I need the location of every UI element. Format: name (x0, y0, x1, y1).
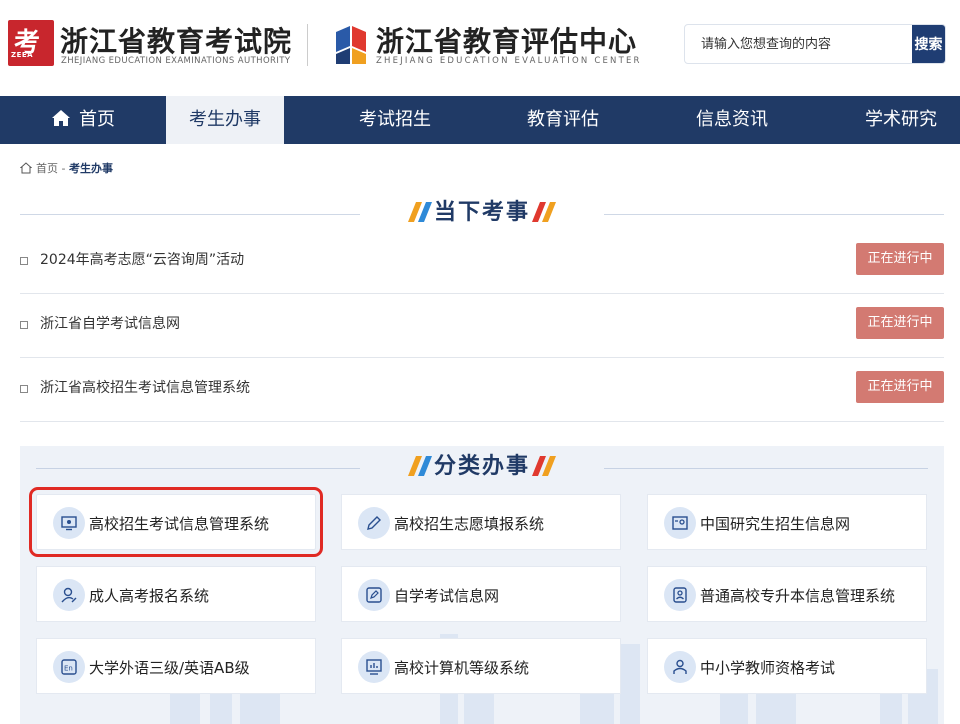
current-item-label[interactable]: 浙江省高校招生考试信息管理系统 (40, 377, 250, 397)
category-section-title-wrap: 分类办事 (360, 450, 604, 482)
edit-screen-icon (358, 579, 390, 611)
search-input[interactable] (685, 25, 913, 63)
bullet-icon (20, 385, 28, 393)
card-label: 高校招生志愿填报系统 (394, 515, 545, 533)
person-badge-icon (664, 579, 696, 611)
home-icon (52, 110, 70, 126)
card-computer-rank-exam[interactable]: 高校计算机等级系统 (341, 638, 621, 694)
current-section-header: 当下考事 (20, 196, 944, 228)
brand-title-evaluation-center[interactable]: 浙江省教育评估中心 (376, 20, 637, 60)
bullet-icon (20, 257, 28, 265)
current-item[interactable]: 浙江省自学考试信息网 正在进行中 (20, 293, 944, 358)
chart-monitor-icon (358, 651, 390, 683)
svg-text:En: En (64, 665, 73, 673)
site-header: 考 ZEEA 浙江省教育考试院 ZHEJIANG EDUCATION EXAMI… (0, 0, 960, 96)
user-edit-icon (53, 579, 85, 611)
search-box: 搜索 (684, 24, 946, 64)
decor-slash-left-icon (408, 456, 432, 476)
decor-slash-left-icon (408, 202, 432, 222)
nav-item-home-label: 首页 (79, 109, 115, 130)
id-card-icon (664, 507, 696, 539)
card-college-english-exam[interactable]: En 大学外语三级/英语AB级 (36, 638, 316, 694)
main-nav: 首页 考生办事 考试招生 教育评估 信息资讯 学术研究 (0, 96, 960, 144)
monitor-icon (53, 507, 85, 539)
en-icon: En (53, 651, 85, 683)
card-teacher-qualification-exam[interactable]: 中小学教师资格考试 (647, 638, 927, 694)
breadcrumb: 首页 - 考生办事 (19, 160, 113, 176)
card-label: 普通高校专升本信息管理系统 (700, 587, 896, 605)
category-section-header: 分类办事 (20, 450, 944, 482)
card-label: 中小学教师资格考试 (700, 659, 836, 677)
card-label: 自学考试信息网 (394, 587, 500, 605)
status-badge[interactable]: 正在进行中 (856, 371, 944, 403)
current-item[interactable]: 2024年高考志愿“云咨询周”活动 正在进行中 (20, 229, 944, 294)
logo1-abbr: ZEEA (11, 51, 34, 59)
nav-item-exam-admission[interactable]: 考试招生 (340, 96, 450, 144)
current-section-title-wrap: 当下考事 (360, 196, 604, 228)
card-label: 高校计算机等级系统 (394, 659, 530, 677)
status-badge[interactable]: 正在进行中 (856, 307, 944, 339)
brand-subtitle-exam-authority: ZHEJIANG EDUCATION EXAMINATIONS AUTHORIT… (61, 56, 291, 66)
breadcrumb-current: 考生办事 (68, 162, 113, 175)
card-label: 高校招生考试信息管理系统 (89, 515, 270, 533)
card-gaokao-info-system[interactable]: 高校招生考试信息管理系统 (29, 487, 323, 557)
card-adult-exam-registration[interactable]: 成人高考报名系统 (36, 566, 316, 622)
breadcrumb-home-icon (19, 161, 33, 173)
nav-item-candidate-services[interactable]: 考生办事 (166, 96, 284, 144)
search-button[interactable]: 搜索 (912, 25, 945, 63)
evaluation-center-logo[interactable] (334, 24, 368, 66)
current-item[interactable]: 浙江省高校招生考试信息管理系统 正在进行中 (20, 357, 944, 422)
card-label: 大学外语三级/英语AB级 (89, 659, 250, 677)
pencil-icon (358, 507, 390, 539)
breadcrumb-home[interactable]: 首页 (36, 162, 58, 175)
card-self-study-exam-net[interactable]: 自学考试信息网 (341, 566, 621, 622)
category-section-title: 分类办事 (433, 453, 530, 479)
card-graduate-admission-net[interactable]: 中国研究生招生信息网 (647, 494, 927, 550)
current-item-label[interactable]: 2024年高考志愿“云咨询周”活动 (40, 249, 244, 269)
decor-slash-right-icon (532, 202, 556, 222)
brand-divider (307, 24, 308, 66)
decor-slash-right-icon (532, 456, 556, 476)
zeea-logo[interactable]: 考 ZEEA (8, 20, 54, 66)
bullet-icon (20, 321, 28, 329)
status-badge[interactable]: 正在进行中 (856, 243, 944, 275)
nav-item-academic-research[interactable]: 学术研究 (846, 96, 956, 144)
nav-item-education-evaluation[interactable]: 教育评估 (508, 96, 618, 144)
nav-item-news[interactable]: 信息资讯 (677, 96, 787, 144)
card-label: 中国研究生招生信息网 (700, 515, 851, 533)
teacher-icon (664, 651, 696, 683)
card-label: 成人高考报名系统 (89, 587, 210, 605)
card-volunteer-filling-system[interactable]: 高校招生志愿填报系统 (341, 494, 621, 550)
brand-title-exam-authority[interactable]: 浙江省教育考试院 (60, 20, 292, 60)
card-upgrade-to-bachelor-system[interactable]: 普通高校专升本信息管理系统 (647, 566, 927, 622)
brand-subtitle-evaluation-center: ZHEJIANG EDUCATION EVALUATION CENTER (376, 56, 642, 66)
breadcrumb-separator: - (61, 162, 66, 175)
current-section-title: 当下考事 (433, 199, 530, 225)
nav-item-home[interactable]: 首页 (0, 96, 166, 144)
current-item-label[interactable]: 浙江省自学考试信息网 (40, 313, 180, 333)
